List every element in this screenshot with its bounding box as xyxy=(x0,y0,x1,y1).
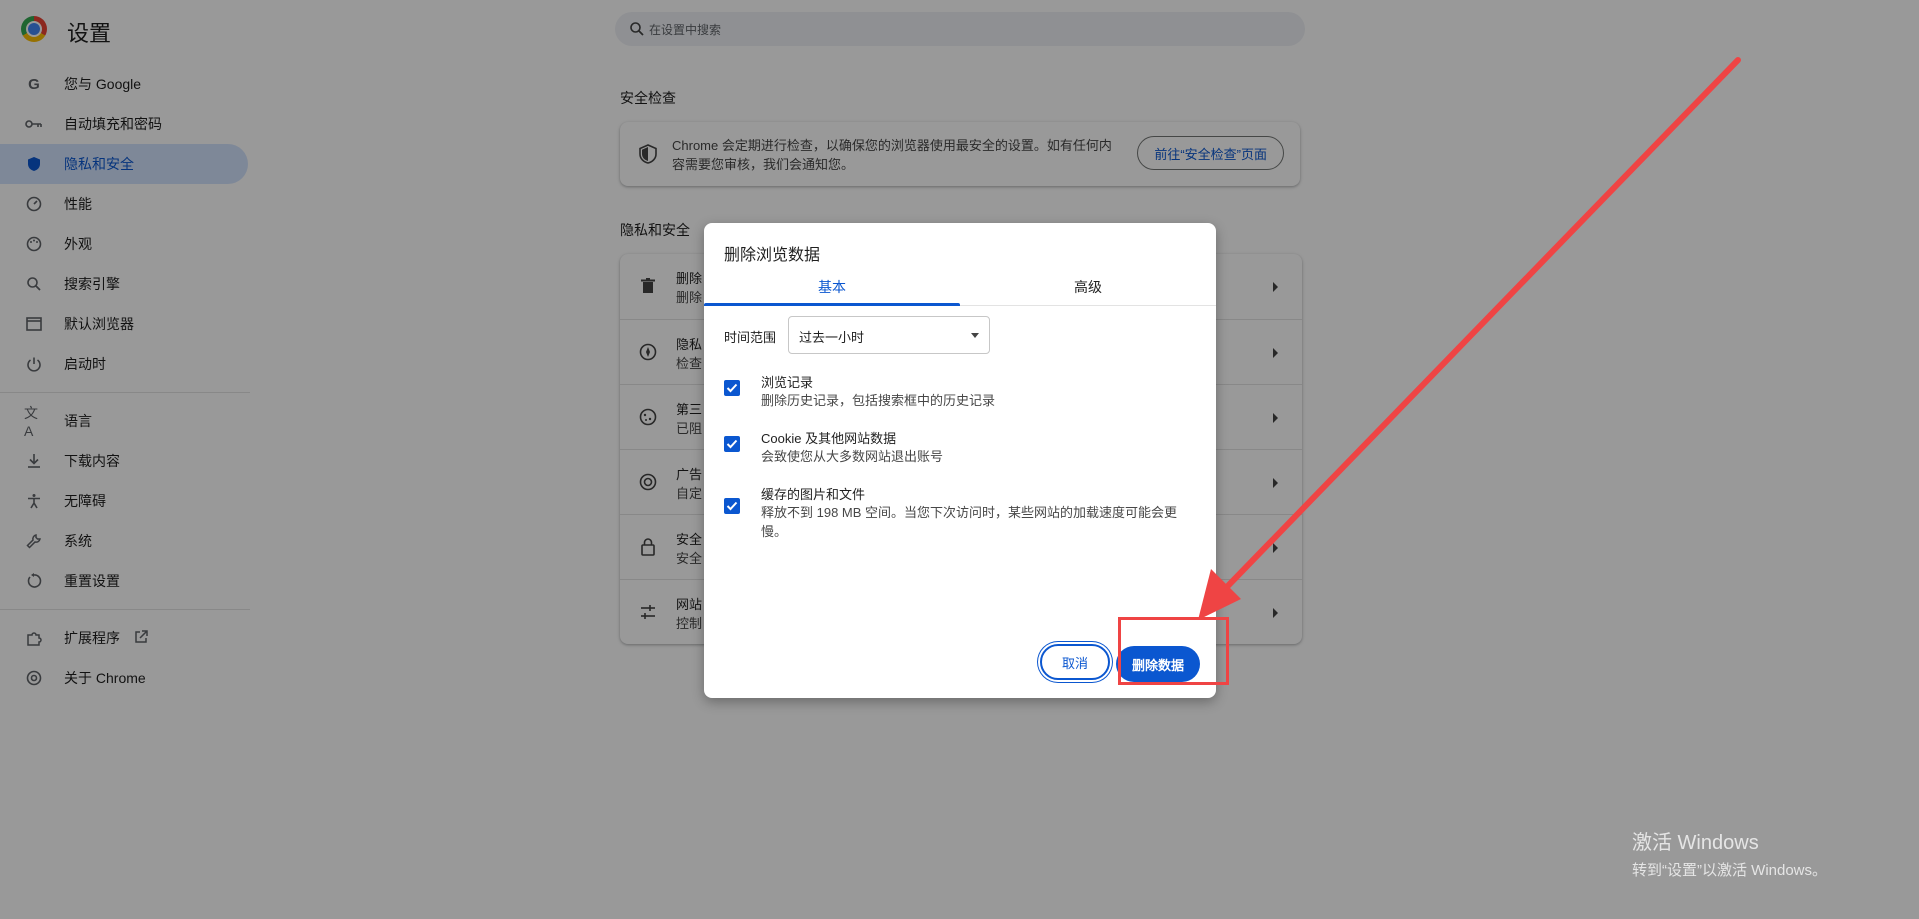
chevron-down-icon xyxy=(971,333,979,338)
check-icon xyxy=(726,501,738,511)
cached-files-checkbox[interactable] xyxy=(724,498,740,514)
option-subtitle: 会致使您从大多数网站退出账号 xyxy=(761,449,944,464)
option-title: 浏览记录 xyxy=(761,375,814,390)
time-range-select[interactable]: 过去一小时 xyxy=(788,316,990,354)
tab-advanced[interactable]: 高级 xyxy=(960,273,1216,305)
option-title: 缓存的图片和文件 xyxy=(761,487,866,502)
watermark-line2: 转到“设置”以激活 Windows。 xyxy=(1632,862,1828,879)
time-range-value: 过去一小时 xyxy=(799,330,865,345)
browsing-history-checkbox[interactable] xyxy=(724,380,740,396)
option-subtitle: 删除历史记录，包括搜索框中的历史记录 xyxy=(761,393,996,408)
chrome-settings-window: 设置 G 您与 Google 自动填充和密码 隐私和安全 xyxy=(0,0,1919,919)
windows-activation-watermark: 激活 Windows 转到“设置”以激活 Windows。 xyxy=(1632,826,1827,880)
option-title: Cookie 及其他网站数据 xyxy=(761,431,897,446)
time-range-label: 时间范围 xyxy=(724,330,777,345)
tab-basic[interactable]: 基本 xyxy=(704,273,960,306)
watermark-line1: 激活 Windows xyxy=(1632,832,1759,854)
cookies-checkbox[interactable] xyxy=(724,436,740,452)
check-icon xyxy=(726,439,738,449)
cancel-button[interactable]: 取消 xyxy=(1040,644,1110,680)
dialog-title: 删除浏览数据 xyxy=(724,247,821,264)
option-subtitle: 释放不到 198 MB 空间。当您下次访问时，某些网站的加载速度可能会更慢。 xyxy=(761,505,1178,539)
annotation-highlight-box xyxy=(1118,617,1229,685)
check-icon xyxy=(726,383,738,393)
dialog-tabs: 基本 高级 xyxy=(704,273,1216,306)
